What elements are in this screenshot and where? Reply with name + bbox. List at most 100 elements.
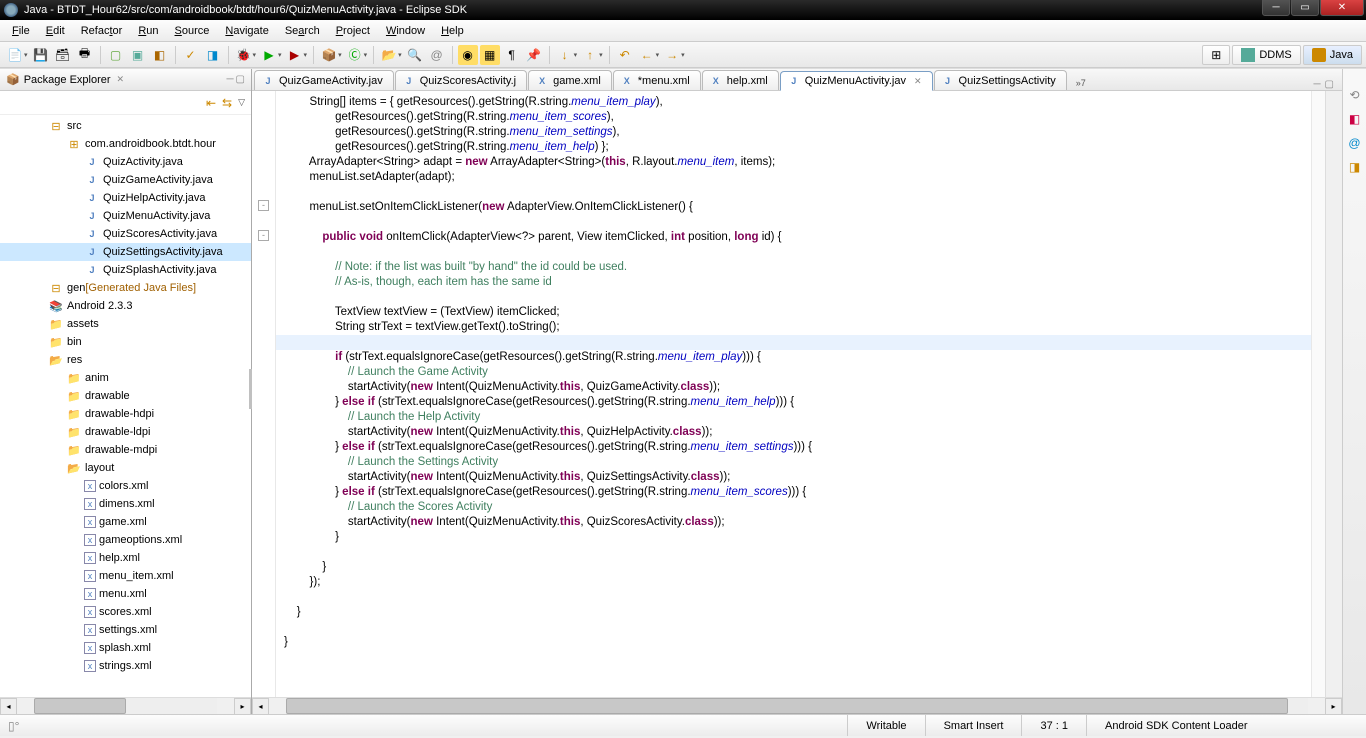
code-line[interactable]: ArrayAdapter<String> adapt = new ArrayAd… [276, 155, 1311, 170]
code-line[interactable]: // Launch the Scores Activity [276, 500, 1311, 515]
tree-java-file[interactable]: JQuizMenuActivity.java [0, 207, 251, 225]
tree-xml-file[interactable]: xstrings.xml [0, 657, 251, 675]
code-editor[interactable]: - - String[] items = { getResources().ge… [252, 91, 1342, 697]
print-icon[interactable]: 🖶 [75, 45, 95, 65]
menu-project[interactable]: Project [328, 22, 378, 40]
search-icon[interactable]: 🔍 [405, 45, 425, 65]
scroll-thumb[interactable] [34, 698, 126, 714]
code-line[interactable]: startActivity(new Intent(QuizMenuActivit… [276, 470, 1311, 485]
prev-annotation-icon[interactable]: ↑ [580, 45, 600, 65]
debug-icon[interactable]: 🐞 [234, 45, 254, 65]
collapse-all-icon[interactable]: ⇤ [206, 96, 216, 110]
code-line[interactable] [276, 620, 1311, 635]
tree-folder-src[interactable]: ⊟src [0, 117, 251, 135]
link-editor-icon[interactable]: ⇆ [222, 96, 232, 110]
tree-folder-assets[interactable]: 📁assets [0, 315, 251, 333]
outline-icon[interactable]: @ [1347, 135, 1363, 151]
code-line[interactable]: // Launch the Game Activity [276, 365, 1311, 380]
close-tab-icon[interactable]: ✕ [914, 76, 922, 87]
avd-manager-icon[interactable]: ▣ [128, 45, 148, 65]
code-line[interactable]: }); [276, 575, 1311, 590]
menu-source[interactable]: Source [167, 22, 218, 40]
pin-icon[interactable]: 📌 [524, 45, 544, 65]
editor-gutter[interactable]: - - [252, 91, 276, 697]
tree-folder[interactable]: 📁drawable [0, 387, 251, 405]
next-annotation-icon[interactable]: ↓ [555, 45, 575, 65]
code-line[interactable]: startActivity(new Intent(QuizMenuActivit… [276, 425, 1311, 440]
code-line[interactable]: getResources().getString(R.string.menu_i… [276, 110, 1311, 125]
editor-tab[interactable]: Xgame.xml [528, 70, 612, 90]
tab-overflow-indicator[interactable]: »7 [1072, 76, 1090, 90]
code-line[interactable]: } else if (strText.equalsIgnoreCase(getR… [276, 440, 1311, 455]
menu-edit[interactable]: Edit [38, 22, 73, 40]
xml-icon[interactable]: ◨ [203, 45, 223, 65]
code-line[interactable]: } else if (strText.equalsIgnoreCase(getR… [276, 485, 1311, 500]
lint-icon[interactable]: ✓ [181, 45, 201, 65]
editor-tab[interactable]: Xhelp.xml [702, 70, 779, 90]
scroll-left-button[interactable]: ◂ [0, 698, 17, 715]
code-line[interactable] [276, 245, 1311, 260]
code-line[interactable]: // Launch the Help Activity [276, 410, 1311, 425]
menu-run[interactable]: Run [130, 22, 166, 40]
editor-maximize-icon[interactable]: ▢ [1325, 79, 1334, 90]
close-button[interactable]: ✕ [1320, 0, 1364, 16]
hierarchy-icon[interactable]: ◨ [1347, 159, 1363, 175]
android-sdk-icon[interactable]: ▢ [106, 45, 126, 65]
android-project-icon[interactable]: ◧ [150, 45, 170, 65]
tree-xml-file[interactable]: xcolors.xml [0, 477, 251, 495]
package-tree[interactable]: ⊟src ⊞com.androidbook.btdt.hour JQuizAct… [0, 115, 251, 697]
last-edit-icon[interactable]: ↶ [615, 45, 635, 65]
tree-folder[interactable]: 📁drawable-ldpi [0, 423, 251, 441]
code-line[interactable] [276, 185, 1311, 200]
code-line[interactable]: // As-is, though, each item has the same… [276, 275, 1311, 290]
code-line[interactable] [276, 215, 1311, 230]
editor-tab[interactable]: JQuizGameActivity.jav [254, 70, 394, 90]
tree-folder[interactable]: 📁anim [0, 369, 251, 387]
maximize-button[interactable]: ▭ [1291, 0, 1319, 16]
code-line[interactable]: TextView textView = (TextView) itemClick… [276, 305, 1311, 320]
editor-hscrollbar[interactable]: ◂ ▸ [252, 697, 1342, 714]
scroll-left-button[interactable]: ◂ [252, 698, 269, 715]
tree-java-file[interactable]: JQuizScoresActivity.java [0, 225, 251, 243]
tree-xml-file[interactable]: xgame.xml [0, 513, 251, 531]
code-line[interactable] [276, 335, 1311, 350]
tree-xml-file[interactable]: xmenu.xml [0, 585, 251, 603]
tree-folder-gen[interactable]: ⊟gen [Generated Java Files] [0, 279, 251, 297]
tree-package[interactable]: ⊞com.androidbook.btdt.hour [0, 135, 251, 153]
code-line[interactable]: } [276, 605, 1311, 620]
show-whitespace-icon[interactable]: ¶ [502, 45, 522, 65]
code-line[interactable]: // Note: if the list was built "by hand"… [276, 260, 1311, 275]
code-line[interactable] [276, 290, 1311, 305]
editor-tab[interactable]: X*menu.xml [613, 70, 701, 90]
tree-folder[interactable]: 📂layout [0, 459, 251, 477]
minimize-view-icon[interactable]: ─ [226, 74, 233, 85]
save-all-icon[interactable]: 🗃 [53, 45, 73, 65]
close-view-icon[interactable]: ✕ [117, 74, 125, 85]
tree-java-file[interactable]: JQuizHelpActivity.java [0, 189, 251, 207]
scroll-right-button[interactable]: ▸ [234, 698, 251, 715]
editor-minimize-icon[interactable]: ─ [1313, 79, 1320, 90]
tree-xml-file[interactable]: xscores.xml [0, 603, 251, 621]
tree-java-file[interactable]: JQuizSplashActivity.java [0, 261, 251, 279]
scroll-thumb[interactable] [286, 698, 1288, 714]
open-type-icon[interactable]: 📂 [379, 45, 399, 65]
forward-icon[interactable]: → [662, 45, 682, 65]
menu-refactor[interactable]: Refactor [73, 22, 131, 40]
editor-vscrollbar[interactable] [1325, 91, 1342, 697]
annotation-icon[interactable]: @ [427, 45, 447, 65]
new-class-icon[interactable]: Ⓒ [345, 45, 365, 65]
tree-java-file[interactable]: JQuizSettingsActivity.java [0, 243, 251, 261]
overview-ruler[interactable] [1311, 91, 1325, 697]
tree-xml-file[interactable]: xdimens.xml [0, 495, 251, 513]
tree-library-android[interactable]: 📚Android 2.3.3 [0, 297, 251, 315]
editor-tab[interactable]: JQuizScoresActivity.j [395, 70, 527, 90]
view-menu-icon[interactable]: ▽ [238, 97, 245, 108]
code-line[interactable]: // Launch the Settings Activity [276, 455, 1311, 470]
run-icon[interactable]: ▶ [259, 45, 279, 65]
external-tools-icon[interactable]: ▶ [285, 45, 305, 65]
minimize-button[interactable]: ─ [1262, 0, 1290, 16]
tree-xml-file[interactable]: xsplash.xml [0, 639, 251, 657]
menu-window[interactable]: Window [378, 22, 433, 40]
code-line[interactable]: String[] items = { getResources().getStr… [276, 95, 1311, 110]
new-icon[interactable]: 📄 [5, 45, 25, 65]
